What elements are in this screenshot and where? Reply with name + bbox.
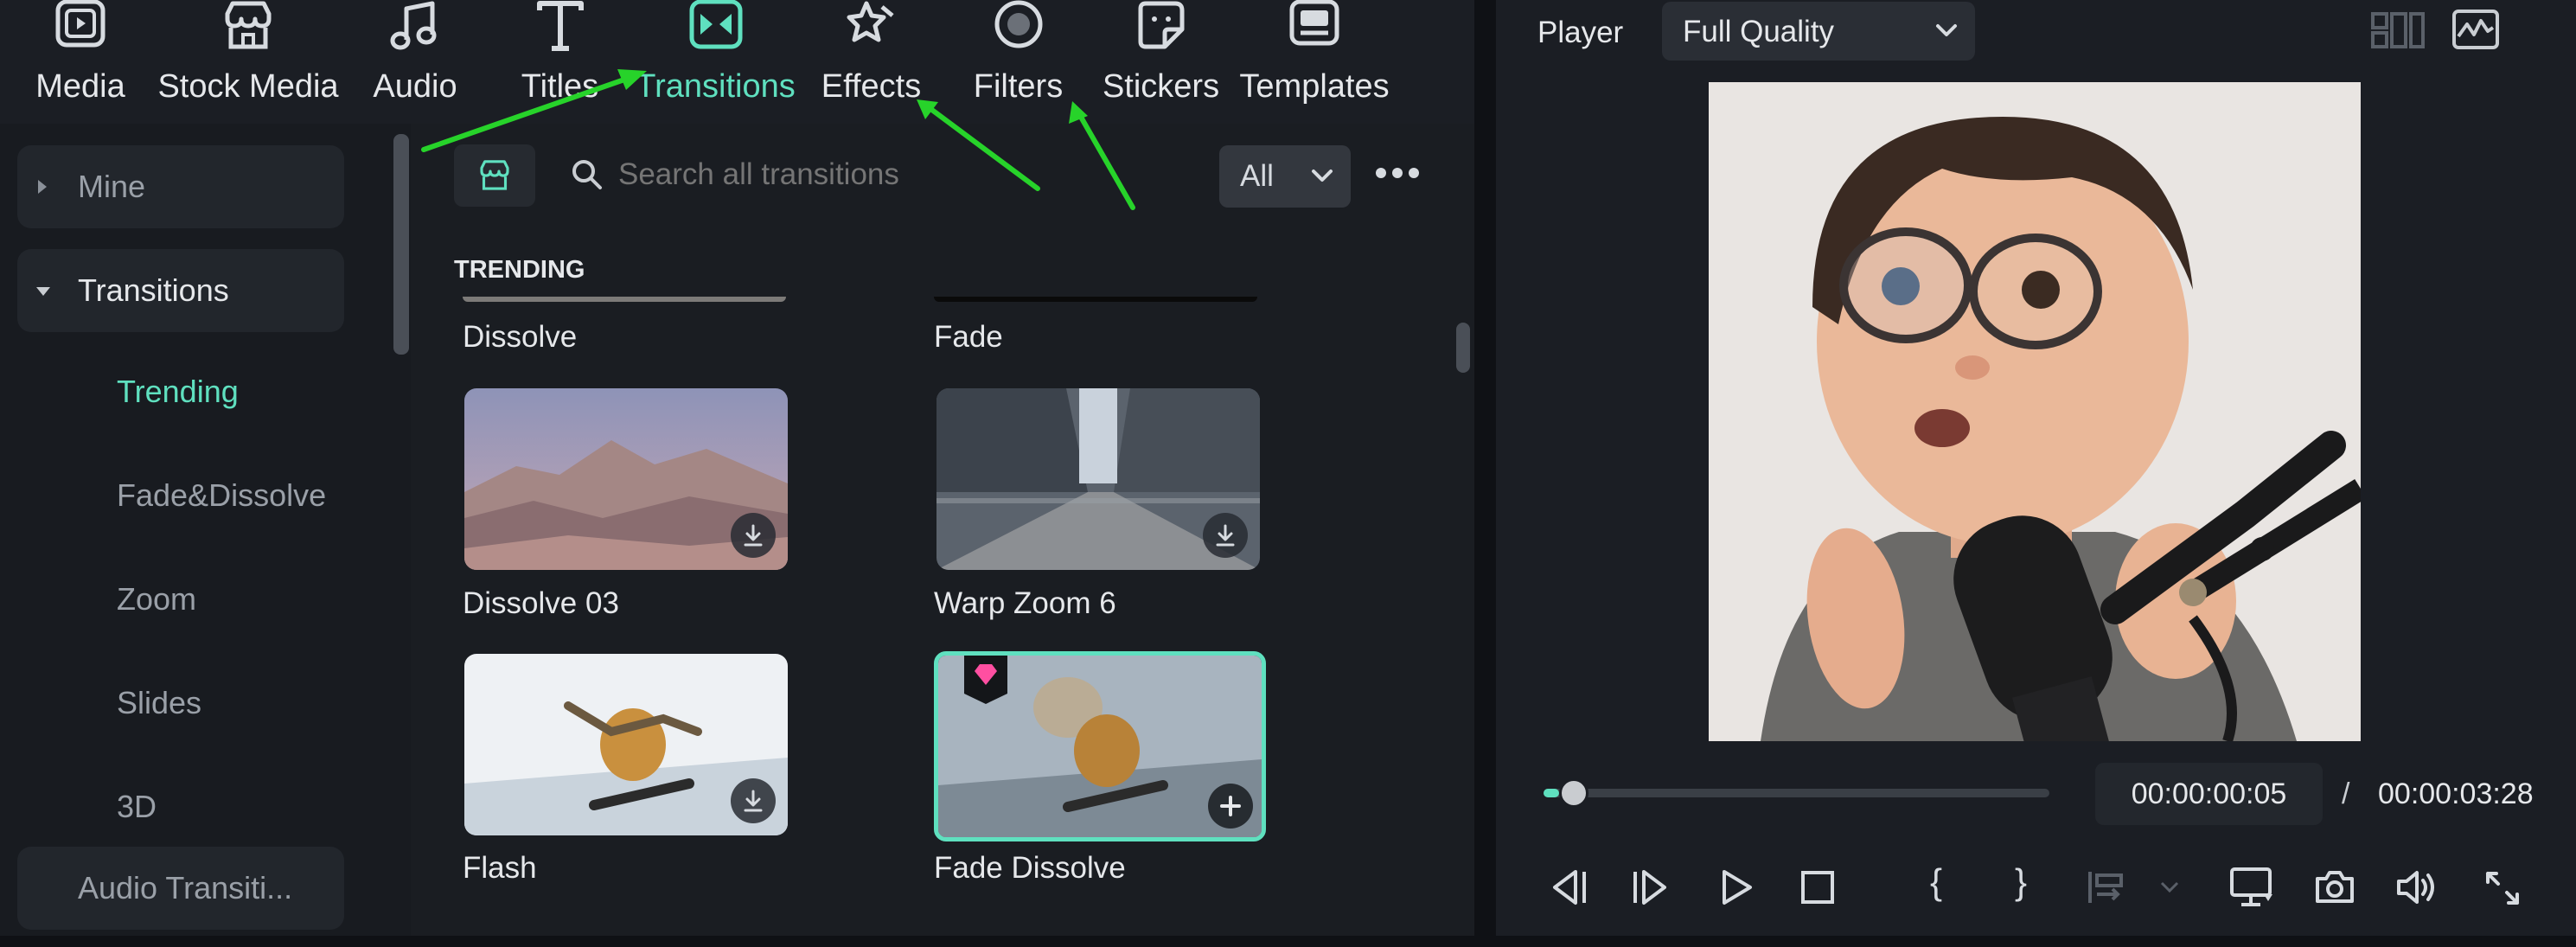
chevron-down-icon[interactable] [2159, 880, 2180, 894]
time-separator: / [2342, 777, 2350, 810]
sidebar-item-label: Slides [117, 685, 202, 720]
sidebar-item-label: Audio Transiti... [78, 870, 293, 905]
premium-badge-icon [964, 656, 1007, 704]
insert-clip-icon[interactable] [2087, 870, 2125, 905]
thumbnail-edge [934, 297, 1257, 302]
arrow-to-effects [927, 106, 1040, 191]
item-label[interactable]: Flash [463, 851, 537, 886]
thumbnail-edge [463, 297, 786, 302]
download-icon [1216, 524, 1235, 547]
transition-thumbnail-flash[interactable] [464, 654, 788, 835]
sidebar-item-transitions[interactable]: Transitions [17, 249, 344, 332]
current-time: 00:00:00:05 [2131, 777, 2287, 810]
snapshot-camera-icon[interactable] [2314, 868, 2355, 905]
annotation-arrows [421, 69, 1135, 210]
player-label: Player [1537, 16, 1624, 49]
play-icon[interactable] [1719, 868, 1754, 906]
section-heading: TRENDING [454, 256, 585, 284]
item-label[interactable]: Dissolve 03 [463, 586, 619, 621]
arrow-to-transitions [421, 77, 627, 152]
layout-grid-icon[interactable] [2371, 12, 2425, 48]
item-label[interactable]: Fade Dissolve [934, 851, 1126, 886]
sidebar-item-label: 3D [117, 789, 157, 824]
player-panel: Player Full Quality 00:00:00:05 / 00:00:… [1496, 0, 2576, 936]
mark-out-icon[interactable]: } [2015, 861, 2027, 903]
chevron-down-icon [1936, 24, 1957, 36]
sidebar-item-3d[interactable]: 3D [17, 768, 344, 846]
item-label[interactable]: Dissolve [463, 320, 577, 355]
caret-down-icon [36, 287, 50, 296]
grid-scrollbar[interactable] [1456, 323, 1470, 373]
transition-thumbnail-dissolve-03[interactable] [464, 388, 788, 570]
sidebar-item-label: Zoom [117, 581, 197, 617]
playback-progress-track[interactable] [1544, 778, 2049, 808]
sidebar-item-audio-transitions[interactable]: Audio Transiti... [17, 847, 344, 930]
sidebar-item-zoom[interactable]: Zoom [17, 560, 344, 638]
sidebar-item-label: Fade&Dissolve [117, 477, 327, 513]
playback-progress-fill [1544, 789, 1559, 797]
waveform-monitor-icon[interactable] [2451, 9, 2500, 50]
fullscreen-icon[interactable] [2484, 870, 2521, 906]
transition-thumbnail-fade-dissolve[interactable] [934, 651, 1266, 841]
quality-value: Full Quality [1683, 15, 1835, 48]
baby-with-microphone-image [1709, 82, 2361, 741]
download-icon [744, 524, 763, 547]
download-button[interactable] [1203, 513, 1248, 558]
transition-thumbnail-warp-zoom-6[interactable] [936, 388, 1260, 570]
download-icon [744, 790, 763, 812]
sidebar-item-trending[interactable]: Trending [17, 353, 344, 431]
sidebar-item-label: Trending [117, 374, 239, 409]
mark-in-icon[interactable]: { [1930, 861, 1942, 903]
display-settings-icon[interactable] [2229, 867, 2276, 908]
playback-scrubber[interactable] [1558, 778, 1588, 808]
item-label[interactable]: Warp Zoom 6 [934, 586, 1116, 621]
arrow-to-filters [1076, 110, 1135, 210]
next-frame-icon[interactable] [1632, 868, 1672, 906]
item-label[interactable]: Fade [934, 320, 1003, 355]
total-duration: 00:00:03:28 [2378, 777, 2534, 810]
download-button[interactable] [731, 513, 776, 558]
sidebar-item-label: Transitions [78, 272, 229, 308]
volume-icon[interactable] [2395, 868, 2440, 906]
download-button[interactable] [731, 778, 776, 823]
stop-icon[interactable] [1800, 870, 1835, 905]
quality-dropdown[interactable]: Full Quality [1662, 2, 1975, 61]
video-preview[interactable] [1709, 82, 2361, 741]
plus-icon [1220, 796, 1241, 816]
current-time-field[interactable]: 00:00:00:05 [2095, 763, 2323, 825]
sidebar-item-fade-dissolve[interactable]: Fade&Dissolve [17, 457, 344, 534]
sidebar-item-slides[interactable]: Slides [17, 664, 344, 742]
previous-frame-icon[interactable] [1548, 868, 1588, 906]
add-to-timeline-button[interactable] [1208, 784, 1253, 829]
